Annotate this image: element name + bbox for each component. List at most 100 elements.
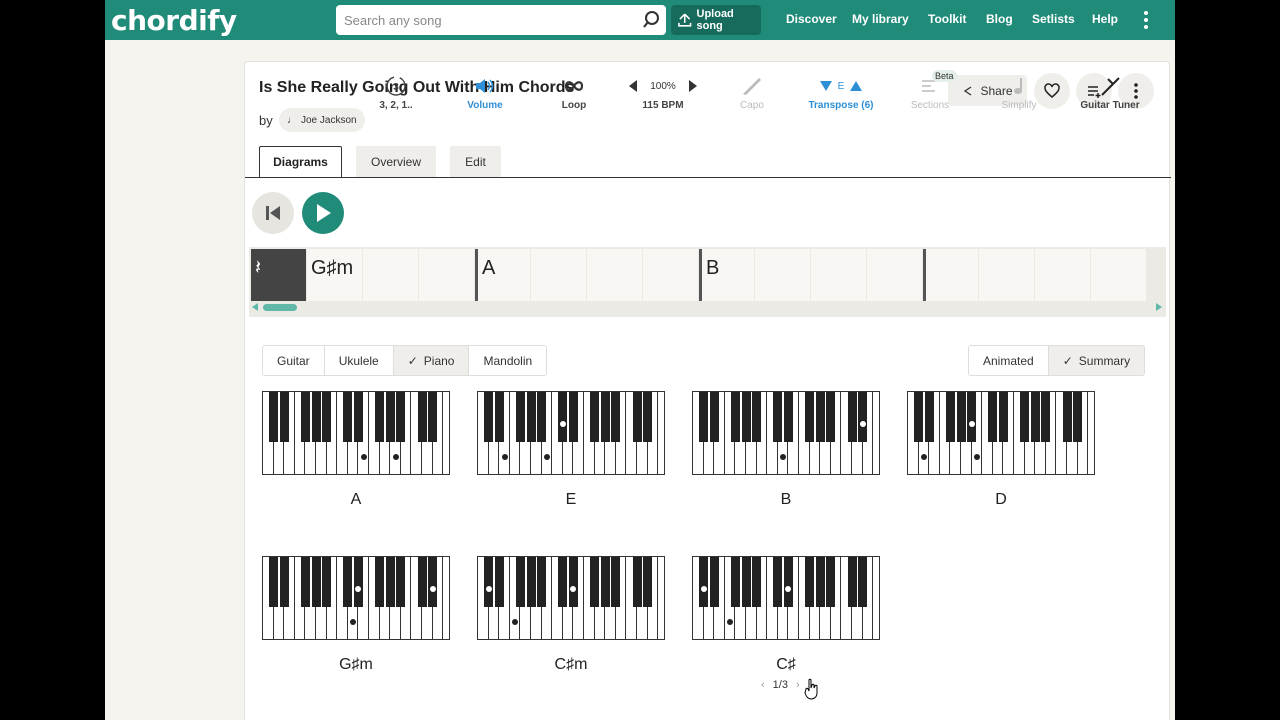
search-icon[interactable] (641, 10, 661, 30)
piano-black-key (643, 392, 653, 442)
timeline-beat[interactable] (979, 249, 1034, 301)
chord-timeline[interactable]: 𝄽 G♯m A B (249, 247, 1166, 317)
piano-black-key (417, 557, 427, 607)
chord-diagram[interactable]: A (262, 391, 450, 516)
nav-help[interactable]: Help (1092, 12, 1118, 26)
chord-diagram[interactable]: D (907, 391, 1095, 516)
more-menu-icon[interactable] (1141, 10, 1151, 30)
hand-cursor-icon (804, 678, 818, 700)
piano-black-key (956, 392, 966, 442)
volume-label: Volume (467, 100, 503, 111)
tempo-control: 100% 115 BPM (623, 72, 703, 111)
countdown-control[interactable]: 3 3, 2, 1.. (356, 72, 436, 111)
timeline-beat[interactable] (755, 249, 810, 301)
chord-name: E (565, 491, 577, 508)
timeline-beat[interactable] (811, 249, 866, 301)
scroll-left-icon[interactable] (252, 303, 258, 311)
timeline-beat[interactable]: B (699, 249, 754, 301)
piano-black-key (494, 557, 504, 607)
timeline-beat[interactable] (643, 249, 698, 301)
chord-diagram[interactable]: C♯m (477, 556, 665, 681)
loop-control[interactable]: Loop (534, 72, 614, 111)
pressed-key-dot (429, 586, 436, 592)
piano-black-key (643, 557, 653, 607)
timeline-beat[interactable] (587, 249, 642, 301)
timeline-beat[interactable] (419, 249, 474, 301)
previous-button[interactable] (252, 192, 294, 234)
tab-diagrams[interactable]: Diagrams (259, 146, 342, 178)
capo-control[interactable]: Capo (712, 72, 792, 111)
tempo-bpm: 115 BPM (642, 100, 684, 111)
tab-overview[interactable]: Overview (356, 146, 436, 178)
timeline-beat[interactable] (923, 249, 978, 301)
by-label: by (259, 113, 273, 128)
instrument-piano[interactable]: ✓ Piano (393, 346, 470, 375)
instrument-mandolin[interactable]: Mandolin (469, 346, 547, 375)
pressed-key-dot (693, 421, 699, 427)
artist-chip[interactable]: ♩ Joe Jackson (279, 108, 365, 132)
chord-diagram[interactable]: E (477, 391, 665, 516)
nav-my-library[interactable]: My library (852, 12, 909, 26)
instrument-ukulele[interactable]: Ukulele (324, 346, 394, 375)
piano-black-key (600, 392, 610, 442)
piano-black-key (515, 392, 525, 442)
piano-black-key (924, 392, 934, 442)
piano-black-key (385, 557, 395, 607)
play-button[interactable] (302, 192, 344, 234)
piano-black-key (279, 557, 289, 607)
nav-setlists[interactable]: Setlists (1032, 12, 1075, 26)
pressed-key-dot (968, 421, 975, 427)
timeline-beats: 𝄽 G♯m A B (251, 249, 1164, 301)
pressed-key-dot (485, 586, 492, 592)
guitar-tuner-control[interactable]: Guitar Tuner (1070, 72, 1150, 111)
piano-black-key (311, 557, 321, 607)
timeline-beat[interactable]: A (475, 249, 530, 301)
timeline-beat[interactable] (363, 249, 418, 301)
chord-name: D (995, 491, 1007, 508)
scroll-right-icon[interactable] (1156, 303, 1162, 311)
simplify-icon (1014, 78, 1022, 94)
chord-diagram[interactable]: C♯ (692, 556, 880, 681)
piano-black-key (858, 557, 868, 607)
tuning-fork-icon (1101, 77, 1120, 96)
view-animated[interactable]: Animated (969, 346, 1049, 375)
piano-black-key (279, 392, 289, 442)
timeline-beat[interactable]: G♯m (307, 249, 362, 301)
chord-diagram[interactable]: B (692, 391, 880, 516)
chordify-logo[interactable]: chordify (111, 4, 237, 37)
timeline-beat[interactable] (531, 249, 586, 301)
timeline-beat[interactable] (1035, 249, 1090, 301)
view-summary[interactable]: ✓ Summary (1048, 346, 1145, 375)
simplify-control[interactable]: Simplify (979, 72, 1059, 111)
loop-icon (564, 81, 584, 91)
piano-black-key (385, 392, 395, 442)
upload-song-button[interactable]: Upload song (671, 5, 761, 35)
volume-control[interactable]: Volume (445, 72, 525, 111)
artist-name: Joe Jackson (301, 114, 357, 126)
piano-black-key (858, 392, 868, 442)
chord-diagram[interactable]: G♯m (262, 556, 450, 681)
pager-prev-icon[interactable]: ‹ (761, 679, 765, 691)
instrument-guitar[interactable]: Guitar (263, 346, 325, 375)
piano-black-key (847, 392, 857, 442)
tempo-increase-icon[interactable] (688, 80, 698, 92)
tab-edit[interactable]: Edit (450, 146, 501, 178)
nav-discover[interactable]: Discover (786, 12, 837, 26)
search-input[interactable] (336, 5, 666, 35)
piano-black-key (741, 557, 751, 607)
nav-toolkit[interactable]: Toolkit (928, 12, 966, 26)
instrument-piano-label: Piano (423, 353, 455, 368)
timeline-beat[interactable] (867, 249, 922, 301)
nav-blog[interactable]: Blog (986, 12, 1013, 26)
piano-black-key (967, 392, 977, 442)
piano-black-key (1020, 392, 1030, 442)
timeline-scrollbar-thumb[interactable] (263, 304, 297, 311)
piano-black-key (526, 557, 536, 607)
transpose-up-icon[interactable] (850, 81, 863, 91)
timeline-beat[interactable] (1091, 249, 1146, 301)
sections-control[interactable]: Beta Sections (890, 70, 970, 111)
tempo-decrease-icon[interactable] (628, 80, 638, 92)
pager-next-icon[interactable]: › (796, 679, 800, 691)
transpose-down-icon[interactable] (819, 81, 832, 91)
timeline-beat-current[interactable]: 𝄽 (251, 249, 306, 301)
